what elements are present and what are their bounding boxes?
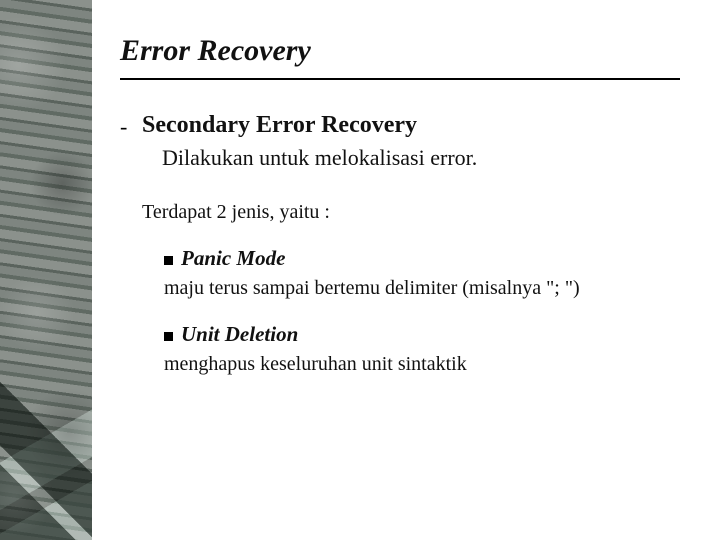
main-heading: Secondary Error Recovery [142, 112, 680, 139]
sub-item-panic-mode: Panic Mode maju terus sampai bertemu del… [164, 246, 680, 300]
sub-heading: Unit Deletion [181, 322, 298, 347]
sub-description: menghapus keseluruhan unit sintaktik [164, 353, 680, 376]
sub-description: maju terus sampai bertemu delimiter (mis… [164, 277, 680, 300]
sub-list: Panic Mode maju terus sampai bertemu del… [120, 246, 680, 376]
slide-title: Error Recovery [120, 34, 680, 80]
sub-item-unit-deletion: Unit Deletion menghapus keseluruhan unit… [164, 322, 680, 376]
sub-heading: Panic Mode [181, 246, 285, 271]
square-bullet-icon [164, 332, 173, 341]
dash-bullet: - [120, 114, 127, 140]
square-bullet-icon [164, 256, 173, 265]
slide-content: Error Recovery - Secondary Error Recover… [92, 0, 720, 540]
stone-sidebar [0, 0, 92, 540]
sub-intro-text: Terdapat 2 jenis, yaitu : [120, 201, 680, 224]
main-description: Dilakukan untuk melokalisasi error. [142, 145, 680, 171]
main-list-item: - Secondary Error Recovery Dilakukan unt… [120, 112, 680, 171]
